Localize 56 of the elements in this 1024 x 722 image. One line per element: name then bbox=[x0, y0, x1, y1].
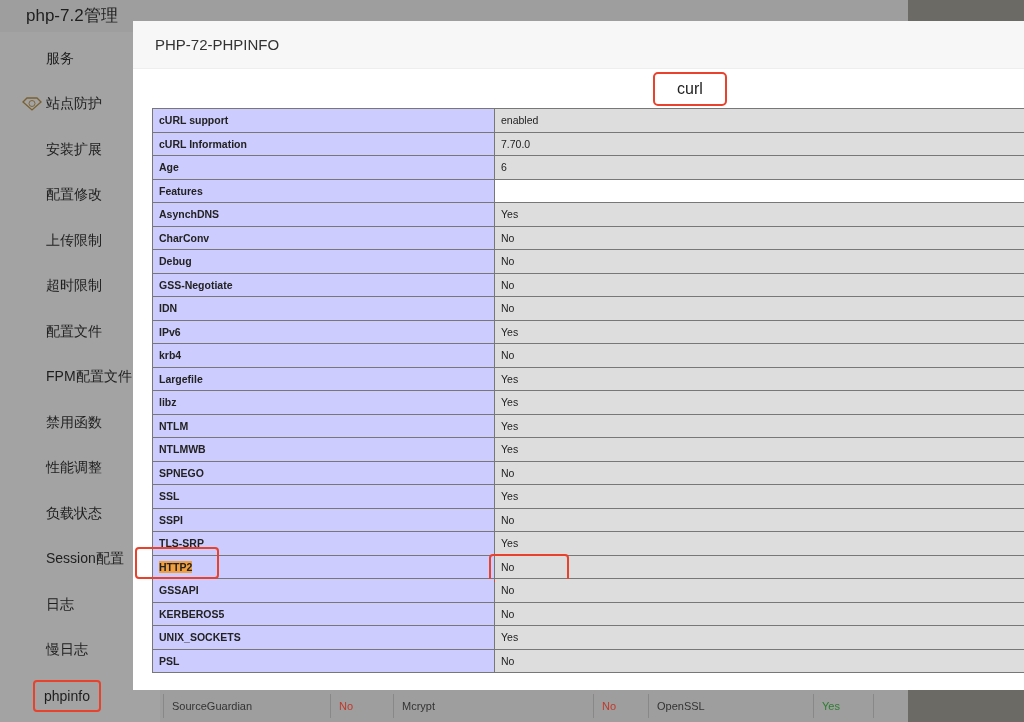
table-cell: SSL bbox=[152, 484, 495, 508]
table-cell: No bbox=[494, 226, 1024, 250]
table-cell: Largefile bbox=[152, 367, 495, 391]
table-cell: Yes bbox=[494, 390, 1024, 414]
table-cell: No bbox=[331, 694, 394, 718]
table-cell: IPv6 bbox=[152, 320, 495, 344]
table-cell: Debug bbox=[152, 249, 495, 273]
table-cell: No bbox=[594, 694, 649, 718]
table-cell: No bbox=[494, 296, 1024, 320]
table-cell: enabled bbox=[494, 108, 1024, 132]
table-cell: Yes bbox=[494, 320, 1024, 344]
table-cell: PSL bbox=[152, 649, 495, 673]
table-cell: No bbox=[494, 649, 1024, 673]
table-cell: OpenSSL bbox=[649, 694, 814, 718]
table-cell: Mcrypt bbox=[394, 694, 594, 718]
table-cell: Yes bbox=[494, 484, 1024, 508]
table-cell: GSSAPI bbox=[152, 578, 495, 602]
table-cell: KERBEROS5 bbox=[152, 602, 495, 626]
table-cell: SSPI bbox=[152, 508, 495, 532]
table-cell: krb4 bbox=[152, 343, 495, 367]
diamond-icon bbox=[22, 97, 42, 112]
table-cell: libz bbox=[152, 390, 495, 414]
table-cell: Yes bbox=[494, 202, 1024, 226]
table-cell: No bbox=[494, 602, 1024, 626]
table-cell: cURL support bbox=[152, 108, 495, 132]
table-cell: AsynchDNS bbox=[152, 202, 495, 226]
table-cell: NTLMWB bbox=[152, 437, 495, 461]
table-cell: No bbox=[494, 461, 1024, 485]
table-cell: No bbox=[494, 249, 1024, 273]
table-cell: No bbox=[494, 273, 1024, 297]
table-cell: Yes bbox=[814, 694, 874, 718]
table-cell: Yes bbox=[494, 437, 1024, 461]
table-cell: Age bbox=[152, 155, 495, 179]
table-cell: Features bbox=[152, 179, 495, 203]
table-cell: SourceGuardian bbox=[164, 694, 331, 718]
table-cell: No bbox=[494, 578, 1024, 602]
table-cell: NTLM bbox=[152, 414, 495, 438]
table-cell: CharConv bbox=[152, 226, 495, 250]
table-cell: 7.70.0 bbox=[494, 132, 1024, 156]
table-cell: TLS-SRP bbox=[152, 531, 495, 555]
table-cell: No bbox=[494, 508, 1024, 532]
sidebar-item[interactable]: phpinfo bbox=[0, 673, 160, 719]
table-cell: Yes bbox=[494, 367, 1024, 391]
table-cell: IDN bbox=[152, 296, 495, 320]
table-cell: cURL Information bbox=[152, 132, 495, 156]
section-heading: curl bbox=[653, 72, 727, 106]
table-cell: Yes bbox=[494, 531, 1024, 555]
table-cell: UNIX_SOCKETS bbox=[152, 625, 495, 649]
table-cell: Yes bbox=[494, 414, 1024, 438]
page-title: php-7.2管理 bbox=[25, 5, 119, 27]
table-cell: No bbox=[494, 343, 1024, 367]
table-cell: 6 bbox=[494, 155, 1024, 179]
table-cell: Yes bbox=[494, 625, 1024, 649]
dialog-title: PHP-72-PHPINFO bbox=[155, 36, 280, 53]
table-cell: GSS-Negotiate bbox=[152, 273, 495, 297]
table-cell: SPNEGO bbox=[152, 461, 495, 485]
